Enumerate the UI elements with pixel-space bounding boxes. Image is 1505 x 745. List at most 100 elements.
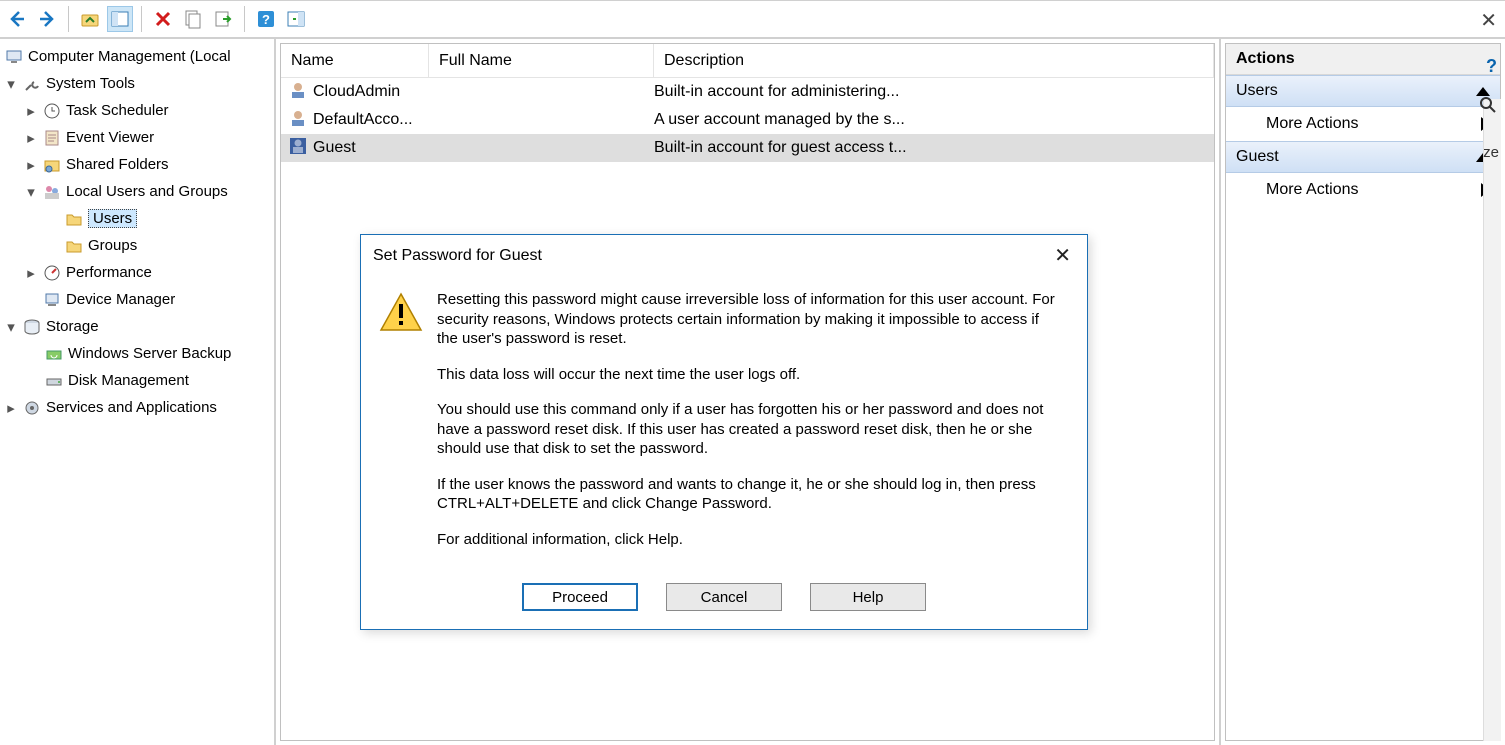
folder-up-icon (80, 9, 100, 29)
chevron-right-icon[interactable]: ▸ (4, 401, 18, 415)
tree-label: Performance (66, 264, 152, 281)
list-row[interactable]: CloudAdmin Built-in account for administ… (281, 78, 1214, 106)
tree-label: Task Scheduler (66, 102, 169, 119)
proceed-button[interactable]: Proceed (522, 583, 638, 611)
performance-icon (42, 263, 62, 283)
tree-storage[interactable]: ▾ Storage (0, 313, 274, 340)
tools-icon (22, 74, 42, 94)
computer-icon (4, 47, 24, 67)
tree-label: Shared Folders (66, 156, 169, 173)
help-button[interactable]: Help (810, 583, 926, 611)
actions-more-guest[interactable]: More Actions (1226, 173, 1500, 207)
chevron-right-icon[interactable]: ▸ (24, 104, 38, 118)
col-header-description[interactable]: Description (654, 44, 1214, 77)
tree-users[interactable]: Users (0, 205, 274, 232)
col-header-fullname[interactable]: Full Name (429, 44, 654, 77)
tree-label: Storage (46, 318, 99, 335)
tree-groups[interactable]: Groups (0, 232, 274, 259)
list-row[interactable]: DefaultAcco... A user account managed by… (281, 106, 1214, 134)
tree-local-users-groups[interactable]: ▾ Local Users and Groups (0, 178, 274, 205)
warning-icon (379, 290, 423, 334)
export-button[interactable] (210, 6, 236, 32)
tree-label: Disk Management (68, 372, 189, 389)
users-icon (42, 182, 62, 202)
actions-section-label: Guest (1236, 148, 1279, 166)
search-icon[interactable] (1479, 96, 1497, 119)
forward-button[interactable] (34, 6, 60, 32)
cell-name: CloudAdmin (313, 83, 400, 101)
help-icon: ? (256, 9, 276, 29)
tree-disk-management[interactable]: Disk Management (0, 367, 274, 394)
folder-icon (64, 209, 84, 229)
show-hide-action-button[interactable] (283, 6, 309, 32)
actions-section-guest[interactable]: Guest (1226, 141, 1500, 173)
close-icon[interactable]: ✕ (1048, 241, 1077, 270)
navigation-tree[interactable]: Computer Management (Local ▾ System Tool… (0, 39, 276, 745)
tree-label: Event Viewer (66, 129, 154, 146)
collapse-icon[interactable] (1476, 87, 1490, 96)
user-icon (289, 81, 307, 104)
back-button[interactable] (4, 6, 30, 32)
actions-item-label: More Actions (1266, 115, 1358, 133)
export-icon (213, 9, 233, 29)
delete-button[interactable] (150, 6, 176, 32)
tree-root[interactable]: Computer Management (Local (0, 43, 274, 70)
dialog-paragraph: This data loss will occur the next time … (437, 365, 1063, 385)
scrollbar[interactable] (1483, 99, 1501, 741)
dialog-buttons: Proceed Cancel Help (361, 573, 1087, 629)
dialog-title-text: Set Password for Guest (373, 247, 542, 265)
help-icon[interactable]: ? (1486, 56, 1497, 77)
up-button[interactable] (77, 6, 103, 32)
tree-windows-server-backup[interactable]: Windows Server Backup (0, 340, 274, 367)
tree-label: Services and Applications (46, 399, 217, 416)
tree-system-tools[interactable]: ▾ System Tools (0, 70, 274, 97)
tree-label: System Tools (46, 75, 135, 92)
list-header[interactable]: Name Full Name Description (281, 44, 1214, 78)
actions-container: Actions Users More Actions Guest More Ac… (1225, 43, 1501, 741)
chevron-down-icon[interactable]: ▾ (4, 77, 18, 91)
chevron-down-icon[interactable]: ▾ (24, 185, 38, 199)
dialog-body: Resetting this password might cause irre… (361, 278, 1087, 573)
list-row-selected[interactable]: Guest Built-in account for guest access … (281, 134, 1214, 162)
cancel-button[interactable]: Cancel (666, 583, 782, 611)
cell-description: A user account managed by the s... (654, 111, 1214, 129)
tree-event-viewer[interactable]: ▸ Event Viewer (0, 124, 274, 151)
tree-performance[interactable]: ▸ Performance (0, 259, 274, 286)
chevron-right-icon[interactable]: ▸ (24, 158, 38, 172)
tree-label: Device Manager (66, 291, 175, 308)
tree-shared-folders[interactable]: ▸ Shared Folders (0, 151, 274, 178)
cell-description: Built-in account for administering... (654, 83, 1214, 101)
dialog-paragraph: You should use this command only if a us… (437, 400, 1063, 459)
forward-icon (37, 9, 57, 29)
svg-text:?: ? (262, 12, 270, 27)
services-icon (22, 398, 42, 418)
actions-section-label: Users (1236, 82, 1278, 100)
set-password-dialog: Set Password for Guest ✕ Resetting this … (360, 234, 1088, 630)
tree-device-manager[interactable]: ▸ Device Manager (0, 286, 274, 313)
toolbar-separator (141, 6, 142, 32)
col-header-name[interactable]: Name (281, 44, 429, 77)
chevron-down-icon[interactable]: ▾ (4, 320, 18, 334)
dialog-titlebar[interactable]: Set Password for Guest ✕ (361, 235, 1087, 278)
backup-icon (44, 344, 64, 364)
tree-services-apps[interactable]: ▸ Services and Applications (0, 394, 274, 421)
properties-button[interactable] (180, 6, 206, 32)
truncated-text: ze (1483, 144, 1499, 161)
show-hide-tree-button[interactable] (107, 6, 133, 32)
tree-label: Local Users and Groups (66, 183, 228, 200)
disk-icon (44, 371, 64, 391)
help-button[interactable]: ? (253, 6, 279, 32)
actions-more-users[interactable]: More Actions (1226, 107, 1500, 141)
toolbar-separator (244, 6, 245, 32)
panel-action-icon (286, 9, 306, 29)
actions-title: Actions (1226, 44, 1500, 75)
panel-tree-icon (110, 9, 130, 29)
actions-section-users[interactable]: Users (1226, 75, 1500, 107)
cell-name: Guest (313, 139, 356, 157)
delete-icon (153, 9, 173, 29)
cell-name: DefaultAcco... (313, 111, 413, 129)
tree-task-scheduler[interactable]: ▸ Task Scheduler (0, 97, 274, 124)
close-icon[interactable]: ✕ (1480, 8, 1497, 33)
chevron-right-icon[interactable]: ▸ (24, 266, 38, 280)
chevron-right-icon[interactable]: ▸ (24, 131, 38, 145)
